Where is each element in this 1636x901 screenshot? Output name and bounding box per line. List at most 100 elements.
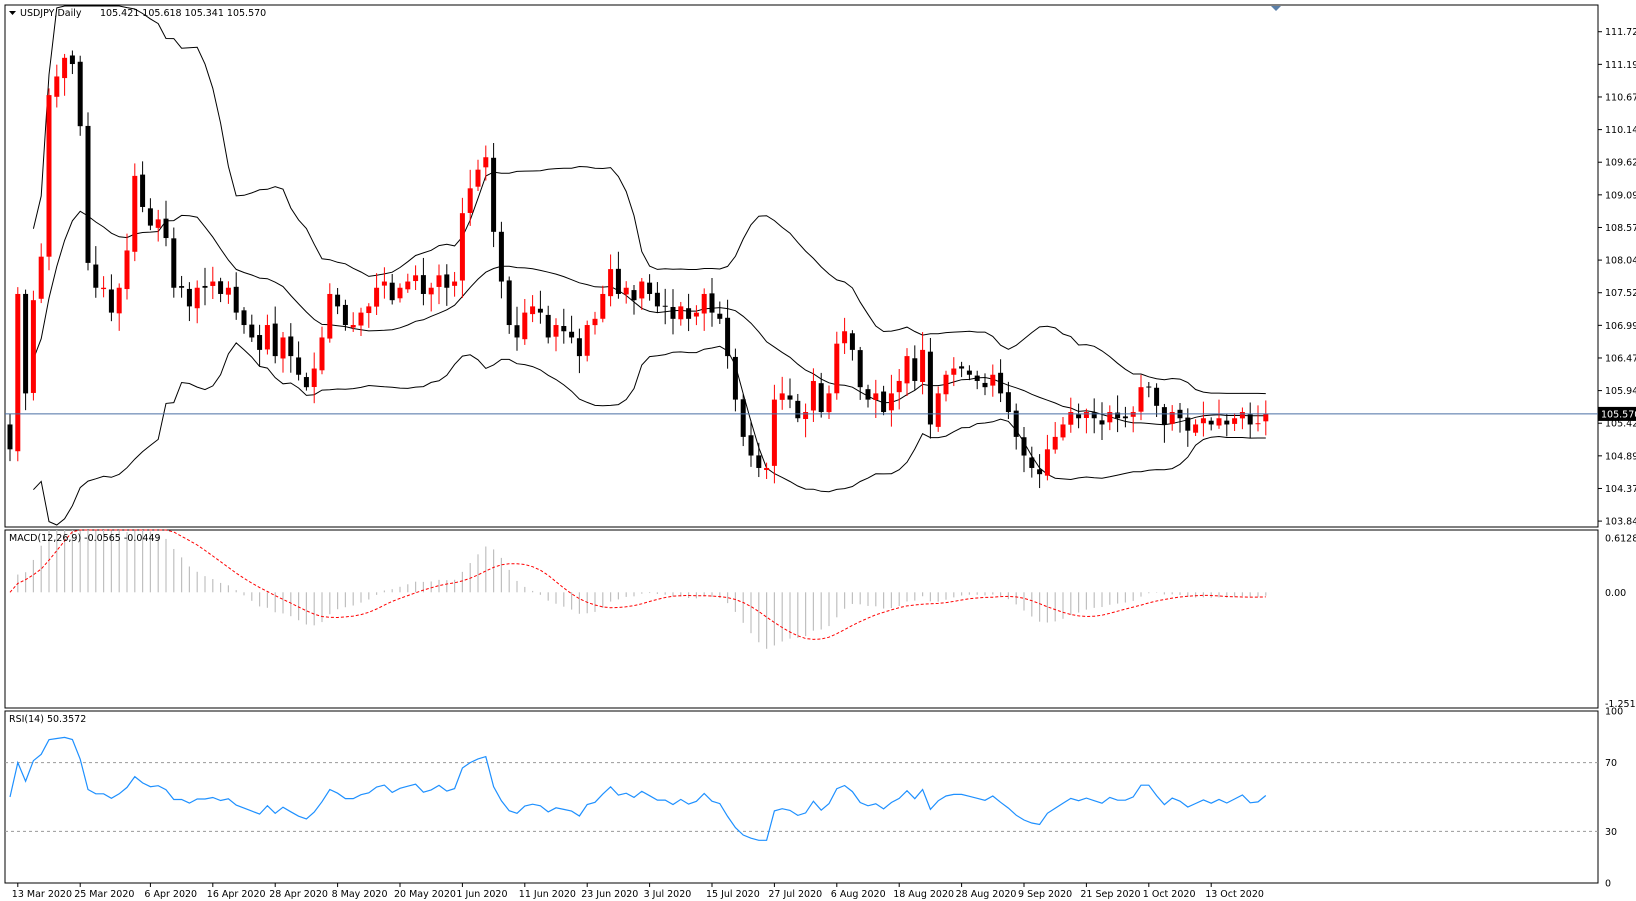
candle-body	[1013, 410, 1019, 437]
x-tick-label: 6 Aug 2020	[831, 889, 886, 900]
candle-body	[264, 325, 270, 350]
candle-body	[1052, 436, 1058, 450]
candle-body	[1037, 469, 1043, 475]
candle-body	[381, 281, 387, 286]
candle-body	[171, 238, 177, 288]
candle-body	[202, 285, 208, 288]
candle-body	[124, 250, 130, 290]
candle-body	[514, 325, 520, 338]
rsi-panel[interactable]	[4, 710, 1599, 884]
candle-body	[358, 312, 364, 326]
candle-body	[842, 331, 848, 344]
y-tick-label: 109.095	[1605, 190, 1636, 201]
candle-body	[389, 282, 395, 301]
candle-body	[23, 293, 29, 394]
candle-body	[397, 287, 403, 299]
candle-body	[530, 306, 536, 315]
candle-body	[1021, 437, 1027, 456]
candle-body	[849, 333, 855, 350]
y-tick-label: 108.045	[1605, 256, 1636, 267]
candle-body	[561, 326, 567, 332]
candle-body	[179, 286, 185, 288]
candle-body	[553, 325, 559, 337]
candle-body	[732, 356, 738, 400]
candle-body	[584, 325, 590, 356]
candle-body	[600, 293, 606, 319]
main-panel[interactable]	[4, 4, 1599, 528]
candle-body	[717, 313, 723, 319]
y-tick-label: 104.370	[1605, 484, 1636, 495]
candle-body	[803, 412, 809, 419]
candle-body	[218, 281, 224, 294]
candle-body	[701, 293, 707, 314]
candle-body	[506, 280, 512, 326]
candle-body	[982, 382, 988, 388]
candle-body	[810, 380, 816, 411]
candle-body	[670, 306, 676, 319]
candle-body	[873, 393, 879, 400]
candle-body	[132, 175, 138, 252]
candle-body	[693, 312, 699, 317]
candle-body	[147, 208, 153, 226]
x-tick-label: 21 Sep 2020	[1080, 889, 1140, 900]
candle-body	[779, 393, 785, 400]
candle-body	[93, 264, 99, 288]
candle-body	[795, 400, 801, 419]
candle-body	[1232, 418, 1238, 424]
candle-body	[257, 335, 263, 350]
candle-body	[756, 455, 762, 468]
candle-body	[1224, 420, 1230, 425]
candle-body	[1099, 420, 1105, 425]
candle-body	[1216, 418, 1222, 426]
candle-body	[342, 304, 348, 326]
candle-body	[545, 314, 551, 338]
candle-body	[116, 287, 122, 314]
candle-body	[405, 281, 411, 290]
candle-body	[85, 125, 91, 263]
y-tick-label: 109.620	[1605, 158, 1636, 169]
candle-body	[366, 306, 372, 314]
candle-body	[826, 393, 832, 413]
candle-body	[1239, 412, 1245, 419]
candle-body	[522, 312, 528, 340]
x-tick-label: 28 Aug 2020	[956, 889, 1017, 900]
candle-body	[233, 286, 239, 313]
candle-body	[920, 349, 926, 382]
candle-body	[1263, 413, 1269, 422]
candle-body	[272, 323, 278, 357]
y-tick-label: 106.470	[1605, 353, 1636, 364]
chart-svg[interactable]: 105.570 111.720111.195110.670110.145109.…	[0, 0, 1636, 901]
candle-body	[1247, 414, 1253, 425]
candle-body	[1154, 387, 1160, 406]
candle-body	[1130, 412, 1136, 417]
candle-body	[108, 289, 114, 313]
candle-body	[1255, 423, 1261, 425]
rsi-label: RSI(14) 50.3572	[9, 714, 86, 725]
candle-body	[1083, 412, 1089, 419]
x-tick-label: 20 May 2020	[394, 889, 456, 900]
y-tick-label: 106.995	[1605, 321, 1636, 332]
candle-body	[912, 358, 918, 381]
candle-body	[327, 293, 333, 339]
candle-body	[62, 57, 68, 79]
candle-body	[467, 188, 473, 213]
candle-body	[966, 370, 972, 375]
candle-body	[186, 288, 192, 307]
candle-body	[249, 324, 255, 338]
macd-panel[interactable]	[4, 529, 1599, 709]
candle-body	[834, 343, 840, 394]
candle-body	[491, 157, 497, 232]
ohlc-values: 105.421 105.618 105.341 105.570	[100, 8, 266, 19]
rsi-tick-label: 100	[1605, 707, 1623, 718]
y-tick-label: 110.145	[1605, 125, 1636, 136]
candle-body	[951, 368, 957, 375]
candle-body	[140, 174, 146, 207]
x-tick-label: 15 Jul 2020	[706, 889, 760, 900]
candle-body	[1076, 414, 1082, 419]
x-tick-label: 3 Jul 2020	[644, 889, 692, 900]
candle-body	[764, 467, 770, 471]
candle-body	[896, 380, 902, 393]
candle-body	[77, 61, 83, 127]
candle-body	[959, 366, 965, 369]
candle-body	[662, 305, 668, 307]
